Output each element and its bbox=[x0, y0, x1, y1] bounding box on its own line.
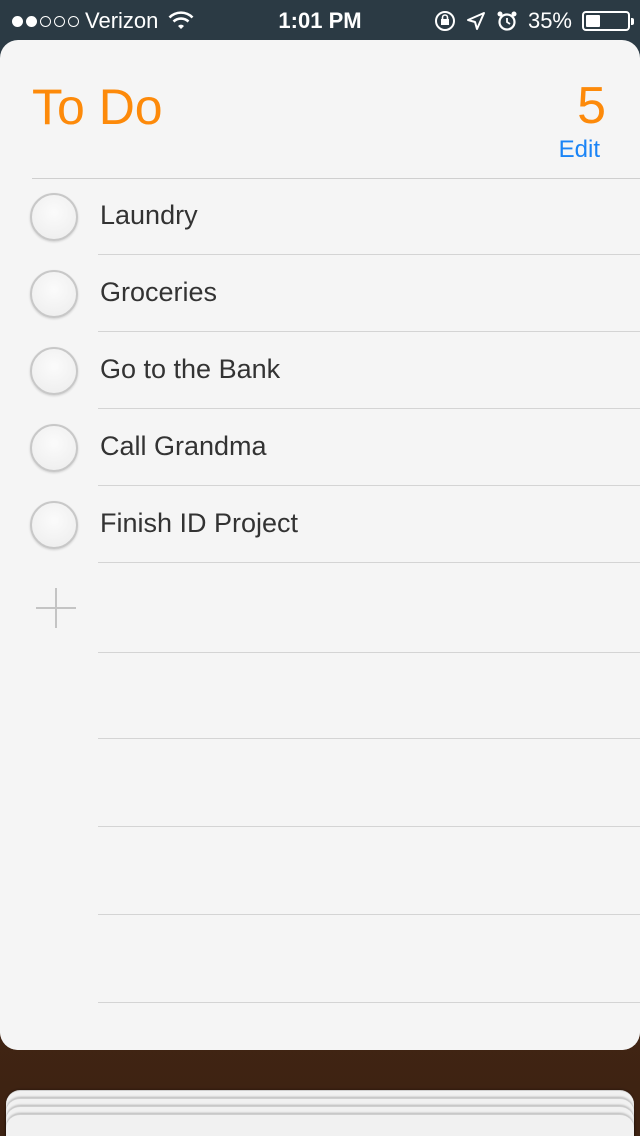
list-item[interactable]: Finish ID Project bbox=[0, 486, 640, 563]
status-right: 35% bbox=[434, 8, 634, 34]
row-divider bbox=[98, 738, 640, 739]
location-arrow-icon bbox=[466, 12, 485, 30]
status-left: Verizon bbox=[12, 8, 194, 34]
checkbox-circle-icon[interactable] bbox=[30, 424, 78, 472]
rotation-lock-icon bbox=[434, 11, 455, 31]
plus-icon[interactable] bbox=[36, 588, 76, 628]
row-divider bbox=[98, 914, 640, 915]
list-item[interactable]: Laundry bbox=[0, 178, 640, 255]
wifi-icon bbox=[168, 11, 194, 29]
list-item[interactable]: Groceries bbox=[0, 255, 640, 332]
status-bar: Verizon 1:01 PM 35% bbox=[0, 0, 640, 40]
list-sheet: To Do 5 Edit Laundry Groceries Go to the… bbox=[0, 40, 640, 1050]
row-divider bbox=[98, 562, 640, 563]
list-title[interactable]: To Do bbox=[32, 78, 163, 136]
list-item-label[interactable]: Finish ID Project bbox=[100, 508, 298, 539]
list-item[interactable]: Call Grandma bbox=[0, 409, 640, 486]
item-count: 5 bbox=[577, 77, 606, 135]
list-item[interactable]: Go to the Bank bbox=[0, 332, 640, 409]
list-item-label[interactable]: Groceries bbox=[100, 277, 217, 308]
battery-percentage: 35% bbox=[527, 8, 572, 33]
checkbox-circle-icon[interactable] bbox=[30, 193, 78, 241]
signal-strength-icon bbox=[12, 15, 79, 27]
list-item-label[interactable]: Laundry bbox=[100, 200, 198, 231]
battery-icon bbox=[582, 11, 634, 31]
row-divider bbox=[98, 826, 640, 827]
row-divider bbox=[98, 1002, 640, 1003]
stacked-list[interactable] bbox=[6, 1114, 634, 1136]
carrier-name: Verizon bbox=[85, 8, 159, 33]
row-divider bbox=[98, 652, 640, 653]
checkbox-circle-icon[interactable] bbox=[30, 270, 78, 318]
battery-fill bbox=[586, 15, 600, 27]
list-item-label[interactable]: Go to the Bank bbox=[100, 354, 280, 385]
checkbox-circle-icon[interactable] bbox=[30, 501, 78, 549]
checkbox-circle-icon[interactable] bbox=[30, 347, 78, 395]
list-item-label[interactable]: Call Grandma bbox=[100, 431, 267, 462]
alarm-icon bbox=[497, 11, 517, 31]
reminders-list-card: To Do 5 Edit Laundry Groceries Go to the… bbox=[0, 40, 640, 1050]
edit-button[interactable]: Edit bbox=[559, 136, 600, 164]
